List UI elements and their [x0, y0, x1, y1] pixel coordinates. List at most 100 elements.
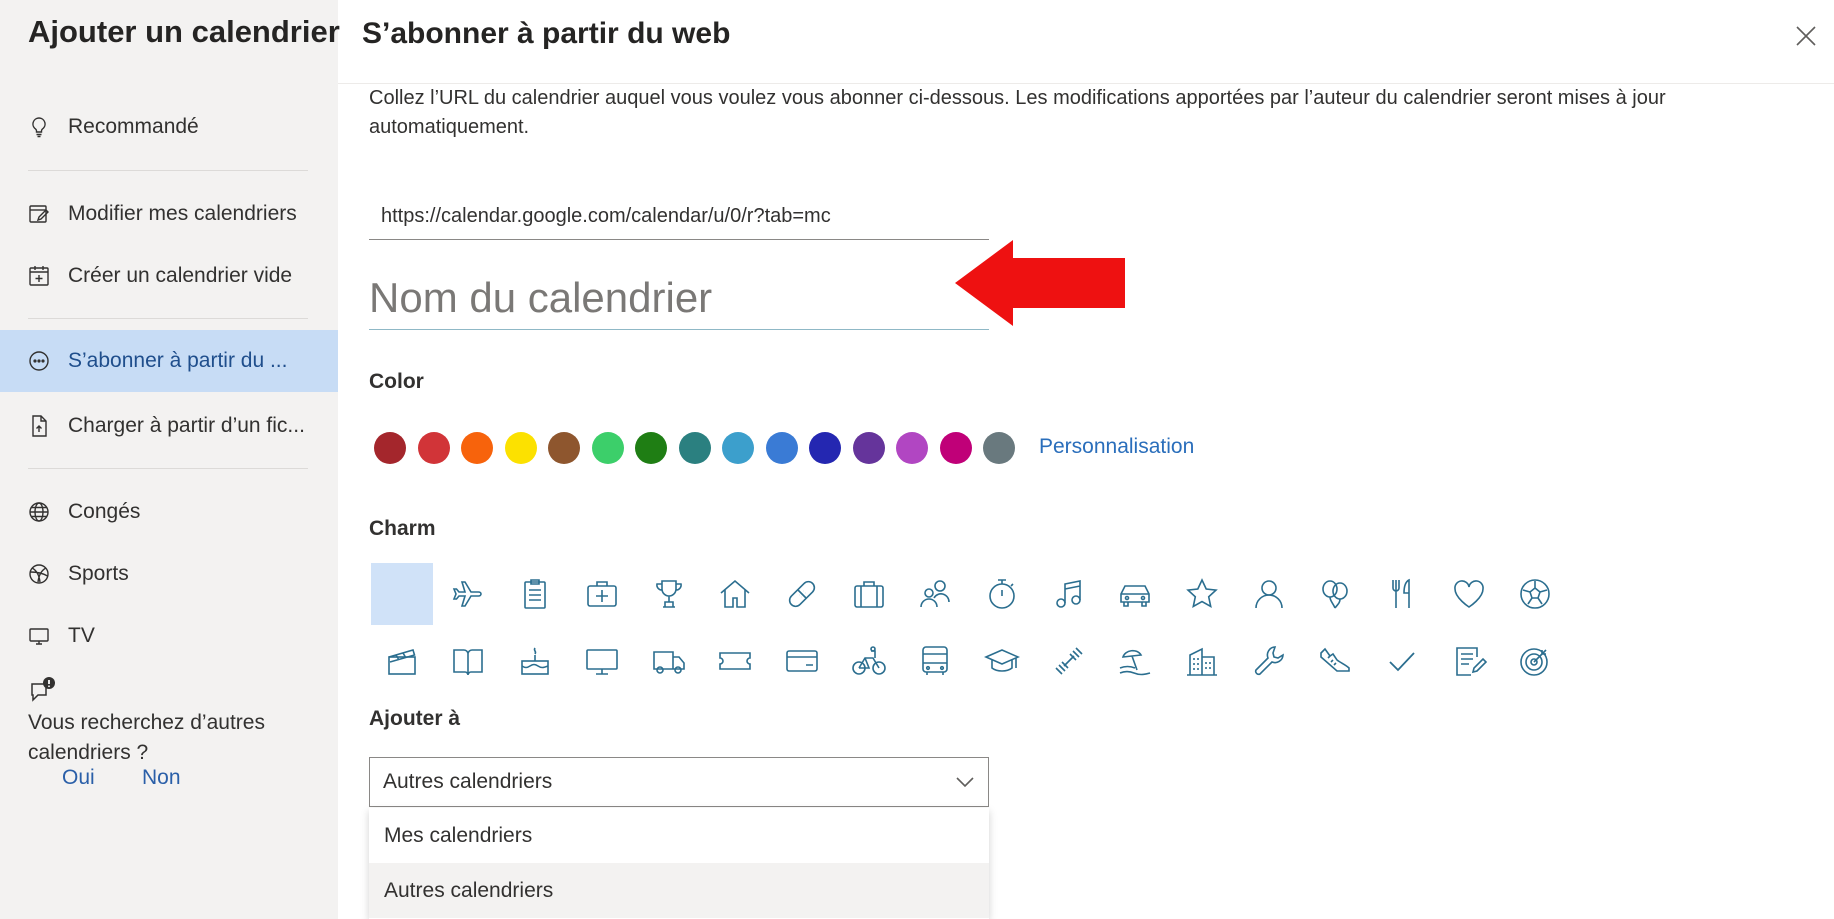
- airplane-icon: [452, 581, 482, 607]
- stopwatch-icon: [989, 579, 1015, 609]
- charm-truck[interactable]: [638, 630, 700, 692]
- add-to-menu: Mes calendriers Autres calendriers: [369, 808, 989, 919]
- color-swatch[interactable]: [504, 432, 537, 464]
- close-button[interactable]: [1790, 20, 1822, 52]
- fork-knife-icon: [1392, 578, 1410, 608]
- sidebar-item-modifier[interactable]: Modifier mes calendriers: [0, 183, 338, 245]
- charm-checkmark[interactable]: [1371, 630, 1433, 692]
- charm-dumbbell[interactable]: [1038, 630, 1100, 692]
- color-swatch[interactable]: [417, 432, 450, 464]
- star-icon: [1186, 578, 1218, 609]
- charm-heart[interactable]: [1438, 563, 1500, 625]
- add-calendar-dialog: Ajouter un calendrier Recommandé Modifie…: [0, 0, 1834, 919]
- wrench-icon: [1254, 646, 1284, 676]
- calendar-add-icon: [26, 263, 52, 289]
- color-swatch[interactable]: [374, 432, 406, 464]
- target-icon: [1520, 648, 1548, 676]
- person-icon: [1255, 580, 1283, 609]
- divider: [28, 468, 308, 469]
- charm-sneaker[interactable]: [1304, 630, 1366, 692]
- notepad-icon: [1456, 647, 1487, 676]
- charm-star[interactable]: [1171, 563, 1233, 625]
- color-swatch[interactable]: [678, 432, 711, 464]
- charm-car[interactable]: [1104, 563, 1166, 625]
- charm-building[interactable]: [1171, 630, 1233, 692]
- charm-graduation-cap[interactable]: [971, 630, 1033, 692]
- birthday-cake-icon: [521, 647, 549, 675]
- calendar-url-input[interactable]: [369, 194, 989, 240]
- custom-color-link[interactable]: Personnalisation: [1039, 435, 1194, 459]
- bicycle-icon: [852, 646, 886, 675]
- charm-briefcase[interactable]: [838, 563, 900, 625]
- sidebar-item-tv[interactable]: TV: [0, 605, 338, 667]
- balloons-icon: [1322, 580, 1348, 609]
- calendar-name-input[interactable]: [369, 266, 989, 330]
- charm-medical-kit[interactable]: [571, 563, 633, 625]
- charm-people[interactable]: [904, 563, 966, 625]
- sidebar-item-sports[interactable]: Sports: [0, 543, 338, 605]
- charm-monitor[interactable]: [571, 630, 633, 692]
- charm-ticket[interactable]: [704, 630, 766, 692]
- add-to-dropdown[interactable]: Autres calendriers: [369, 757, 989, 807]
- sidebar-item-recommande[interactable]: Recommandé: [0, 96, 338, 158]
- edit-calendar-icon: [26, 201, 52, 227]
- charm-stopwatch[interactable]: [971, 563, 1033, 625]
- sidebar-item-label: S’abonner à partir du ...: [68, 349, 288, 372]
- charm-credit-card[interactable]: [771, 630, 833, 692]
- charm-fork-knife[interactable]: [1371, 563, 1433, 625]
- charm-bus[interactable]: [904, 630, 966, 692]
- sidebar-item-label: Créer un calendrier vide: [68, 264, 293, 287]
- color-swatch[interactable]: [635, 432, 667, 464]
- color-swatch[interactable]: [939, 432, 972, 464]
- charm-beach[interactable]: [1104, 630, 1166, 692]
- color-swatch[interactable]: [765, 432, 798, 464]
- file-upload-icon: [26, 413, 52, 439]
- sidebar-item-conges[interactable]: Congés: [0, 481, 338, 543]
- add-to-label: Ajouter à: [369, 707, 461, 730]
- color-swatch[interactable]: [852, 432, 885, 464]
- beach-icon: [1119, 649, 1151, 676]
- sidebar-item-creer[interactable]: Créer un calendrier vide: [0, 245, 338, 307]
- color-swatch[interactable]: [461, 432, 493, 464]
- feedback-yes-link[interactable]: Oui: [62, 766, 95, 790]
- lightbulb-icon: [26, 114, 52, 140]
- color-swatch[interactable]: [809, 432, 841, 464]
- charm-notepad[interactable]: [1438, 630, 1500, 692]
- sidebar-item-label: TV: [68, 624, 95, 647]
- charm-label: Charm: [369, 517, 436, 540]
- charm-birthday-cake[interactable]: [504, 630, 566, 692]
- color-label: Color: [369, 370, 424, 393]
- sidebar-item-charger[interactable]: Charger à partir d’un fic...: [0, 395, 338, 457]
- color-swatch[interactable]: [722, 432, 754, 464]
- charm-book[interactable]: [437, 630, 499, 692]
- menu-item-mes-calendriers[interactable]: Mes calendriers: [369, 808, 989, 863]
- soccer-ball-icon: [1520, 579, 1550, 609]
- charm-target[interactable]: [1504, 630, 1566, 692]
- charm-clipboard[interactable]: [504, 563, 566, 625]
- charm-home[interactable]: [704, 563, 766, 625]
- color-swatch[interactable]: [591, 432, 624, 464]
- sidebar-item-sabonner[interactable]: S’abonner à partir du ...: [0, 330, 338, 392]
- charm-bicycle[interactable]: [838, 630, 900, 692]
- color-swatch[interactable]: [896, 432, 928, 464]
- charm-person[interactable]: [1238, 563, 1300, 625]
- sidebar-title: Ajouter un calendrier: [28, 14, 340, 49]
- charm-wrench[interactable]: [1238, 630, 1300, 692]
- charm-music-note[interactable]: [1038, 563, 1100, 625]
- charm-blank[interactable]: [371, 563, 433, 625]
- feedback-no-link[interactable]: Non: [142, 766, 181, 790]
- home-icon: [720, 579, 750, 608]
- truck-icon: [653, 651, 685, 674]
- charm-balloons[interactable]: [1304, 563, 1366, 625]
- charm-clapperboard[interactable]: [371, 630, 433, 692]
- color-swatch[interactable]: [983, 432, 1015, 464]
- charm-airplane[interactable]: [437, 563, 499, 625]
- menu-item-autres-calendriers[interactable]: Autres calendriers: [369, 863, 989, 918]
- people-icon: [920, 580, 950, 608]
- charm-trophy[interactable]: [638, 563, 700, 625]
- charm-soccer-ball[interactable]: [1504, 563, 1566, 625]
- charm-bandage[interactable]: [771, 563, 833, 625]
- trophy-icon: [656, 580, 682, 608]
- color-swatch[interactable]: [548, 432, 580, 464]
- bandage-icon: [788, 580, 816, 608]
